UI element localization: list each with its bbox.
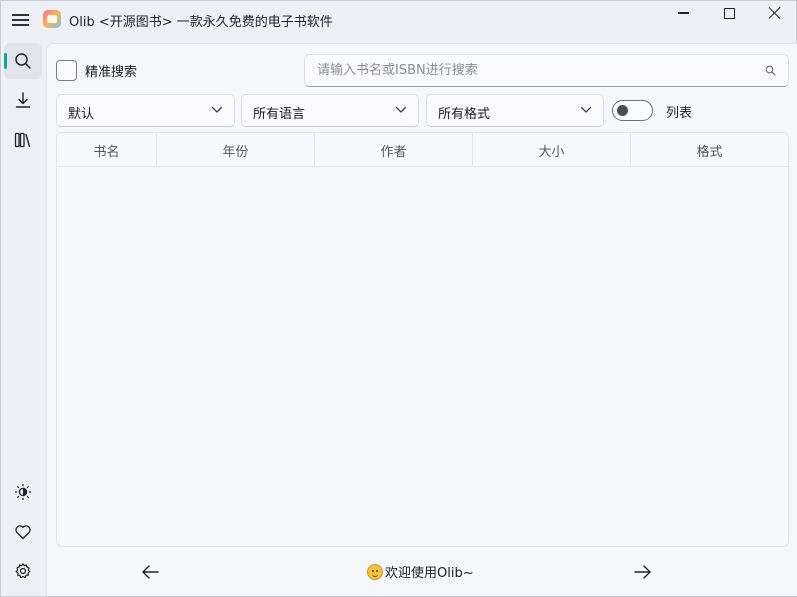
table-header: 书名 年份 作者 大小 格式 bbox=[57, 133, 788, 167]
column-header-year[interactable]: 年份 bbox=[157, 133, 315, 167]
app-logo-icon bbox=[43, 10, 61, 28]
sidebar-item-theme[interactable] bbox=[4, 474, 42, 510]
smiley-icon bbox=[367, 563, 383, 580]
sidebar-item-library[interactable] bbox=[4, 122, 42, 158]
language-select[interactable]: 所有语言 bbox=[241, 94, 419, 127]
sidebar bbox=[1, 39, 45, 596]
close-icon bbox=[768, 7, 780, 19]
sidebar-item-favorites[interactable] bbox=[4, 514, 42, 550]
title-bar: Olib <开源图书> 一款永久免费的电子书软件 bbox=[1, 1, 796, 39]
column-header-author[interactable]: 作者 bbox=[315, 133, 473, 167]
search-page: 精准搜索 默认 所有语言 所有格式 bbox=[46, 43, 797, 596]
minimize-icon bbox=[677, 12, 689, 14]
close-button[interactable] bbox=[751, 1, 797, 25]
sidebar-item-search[interactable] bbox=[4, 43, 42, 79]
search-input[interactable] bbox=[305, 55, 755, 86]
heart-icon bbox=[15, 525, 31, 540]
app-window: Olib <开源图书> 一款永久免费的电子书软件 精准搜索 请输入书名或ISBN… bbox=[0, 0, 797, 597]
chevron-down-icon bbox=[395, 106, 407, 113]
chevron-down-icon bbox=[580, 106, 592, 113]
welcome-message: 欢迎使用Olib~ bbox=[367, 562, 474, 581]
precise-search-option[interactable]: 精准搜索 bbox=[56, 60, 137, 81]
precise-search-label: 精准搜索 bbox=[85, 65, 138, 80]
column-header-format[interactable]: 格式 bbox=[631, 133, 788, 167]
previous-page-button[interactable] bbox=[137, 559, 163, 585]
search-box[interactable] bbox=[304, 54, 789, 87]
welcome-text: 欢迎使用Olib~ bbox=[385, 566, 474, 581]
search-submit-icon[interactable] bbox=[765, 65, 776, 76]
menu-icon[interactable] bbox=[12, 12, 30, 28]
arrow-right-icon bbox=[634, 565, 651, 579]
library-icon bbox=[14, 132, 31, 148]
toggle-knob bbox=[617, 105, 628, 116]
window-title: Olib <开源图书> 一款永久免费的电子书软件 bbox=[69, 15, 333, 30]
gear-icon bbox=[15, 563, 31, 579]
download-icon bbox=[15, 92, 31, 108]
format-select[interactable]: 所有格式 bbox=[426, 94, 604, 127]
maximize-button[interactable] bbox=[706, 1, 752, 25]
maximize-icon bbox=[723, 7, 735, 19]
sidebar-item-download[interactable] bbox=[4, 82, 42, 118]
sidebar-item-settings[interactable] bbox=[4, 553, 42, 589]
precise-search-checkbox[interactable] bbox=[56, 60, 77, 81]
column-header-size[interactable]: 大小 bbox=[473, 133, 631, 167]
next-page-button[interactable] bbox=[630, 559, 656, 585]
column-header-title[interactable]: 书名 bbox=[57, 133, 157, 167]
results-table: 书名 年份 作者 大小 格式 bbox=[56, 132, 789, 547]
chevron-down-icon bbox=[211, 106, 223, 113]
theme-icon bbox=[14, 483, 32, 501]
list-view-toggle[interactable] bbox=[612, 100, 653, 121]
language-select-value: 所有语言 bbox=[253, 107, 306, 122]
search-icon bbox=[15, 53, 31, 69]
list-view-label: 列表 bbox=[666, 106, 693, 121]
sort-select[interactable]: 默认 bbox=[56, 94, 235, 127]
format-select-value: 所有格式 bbox=[438, 107, 491, 122]
minimize-button[interactable] bbox=[660, 1, 706, 25]
arrow-left-icon bbox=[142, 565, 159, 579]
sort-select-value: 默认 bbox=[68, 107, 95, 122]
